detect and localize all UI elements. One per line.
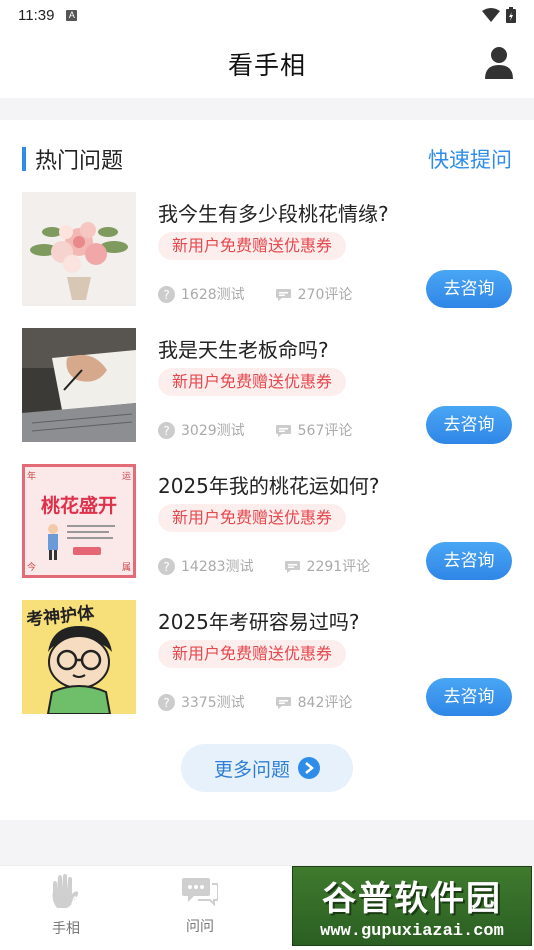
question-stats: ? 1628测试 270评论: [158, 284, 352, 304]
question-mark-icon: ?: [158, 693, 175, 711]
battery-icon: [506, 7, 516, 23]
consult-button[interactable]: 去咨询: [426, 406, 512, 444]
comment-bubble-icon: [275, 288, 291, 301]
status-time: 11:39: [18, 6, 55, 24]
question-mark-icon: ?: [158, 421, 175, 439]
comments-count: 842评论: [297, 695, 353, 711]
tab-palm[interactable]: AI 手相: [31, 874, 101, 938]
coupon-tag: 新用户免费赠送优惠券: [158, 504, 347, 532]
tests-count: 14283测试: [181, 559, 254, 575]
question-stats: ? 3029测试 567评论: [158, 420, 352, 440]
section-accent-bar: [22, 147, 26, 171]
chat-icon: [182, 878, 219, 907]
svg-text:?: ?: [163, 560, 169, 574]
question-item[interactable]: 桃花盛开 年 运 今 属 2025年我的桃花运如何? 新用户免费赠送优惠券 ? …: [22, 464, 512, 580]
tests-stat: ? 14283测试: [158, 556, 254, 576]
consult-button[interactable]: 去咨询: [426, 678, 512, 716]
notification-a-icon: A: [66, 9, 78, 21]
tests-stat: ? 3375测试: [158, 692, 245, 712]
coupon-tag: 新用户免费赠送优惠券: [158, 368, 347, 396]
question-mark-icon: ?: [158, 285, 175, 303]
quick-ask-link[interactable]: 快速提问: [428, 144, 512, 174]
question-title: 2025年考研容易过吗?: [158, 610, 360, 634]
comments-count: 270评论: [297, 287, 353, 303]
consult-button[interactable]: 去咨询: [426, 542, 512, 580]
flower-bouquet-image: [22, 192, 136, 306]
tests-count: 3029测试: [181, 423, 245, 439]
exam-god-cartoon-image: 考神护体: [22, 600, 136, 714]
chevron-right-icon: [298, 757, 320, 779]
palm-ai-icon: AI: [52, 874, 82, 908]
comment-bubble-icon: [275, 424, 291, 437]
consult-button[interactable]: 去咨询: [426, 270, 512, 308]
svg-text:?: ?: [163, 288, 169, 302]
comment-bubble-icon: [284, 560, 300, 573]
more-questions-button[interactable]: 更多问题: [181, 744, 353, 792]
question-title: 我今生有多少段桃花情缘?: [158, 202, 389, 226]
user-profile-icon[interactable]: [484, 46, 514, 80]
watermark-title: 谷普软件园: [322, 879, 502, 919]
hot-questions-card: 热门问题 快速提问 我今生有多少段桃花情缘? 新用户免费赠送优惠券 ? 1628…: [0, 120, 534, 820]
status-bar: 11:39 A: [0, 0, 534, 30]
peach-blossom-poster-image: 桃花盛开 年 运 今 属: [22, 464, 136, 578]
page-title: 看手相: [227, 51, 306, 80]
section-header: 热门问题 快速提问: [22, 142, 512, 176]
comments-stat: 842评论: [275, 692, 353, 712]
watermark-url: www.gupuxiazai.com: [320, 922, 504, 941]
tests-stat: ? 1628测试: [158, 284, 245, 304]
wifi-icon: [482, 8, 500, 22]
header: 看手相: [0, 30, 534, 98]
svg-text:?: ?: [163, 696, 169, 710]
coupon-tag: 新用户免费赠送优惠券: [158, 640, 347, 668]
svg-text:?: ?: [163, 424, 169, 438]
tab-label: 问问: [186, 919, 214, 935]
writing-laptop-image: [22, 328, 136, 442]
question-stats: ? 14283测试 2291评论: [158, 556, 370, 576]
status-icons: [482, 7, 516, 23]
comments-count: 567评论: [297, 423, 353, 439]
tab-ask[interactable]: 问问: [165, 874, 235, 936]
question-title: 我是天生老板命吗?: [158, 338, 329, 362]
comments-count: 2291评论: [306, 559, 371, 575]
question-stats: ? 3375测试 842评论: [158, 692, 352, 712]
question-item[interactable]: 考神护体 2025年考研容易过吗? 新用户免费赠送优惠券 ? 3375测试 84…: [22, 600, 512, 716]
comment-bubble-icon: [275, 696, 291, 709]
tests-stat: ? 3029测试: [158, 420, 245, 440]
tests-count: 1628测试: [181, 287, 245, 303]
svg-text:AI: AI: [71, 895, 82, 907]
question-item[interactable]: 我今生有多少段桃花情缘? 新用户免费赠送优惠券 ? 1628测试 270评论 去…: [22, 192, 512, 308]
site-watermark: 谷普软件园 www.gupuxiazai.com: [292, 866, 532, 946]
comments-stat: 270评论: [275, 284, 353, 304]
question-title: 2025年我的桃花运如何?: [158, 474, 380, 498]
question-item[interactable]: 我是天生老板命吗? 新用户免费赠送优惠券 ? 3029测试 567评论 去咨询: [22, 328, 512, 444]
coupon-tag: 新用户免费赠送优惠券: [158, 232, 347, 260]
more-questions-label: 更多问题: [213, 758, 290, 781]
tests-count: 3375测试: [181, 695, 245, 711]
section-title: 热门问题: [35, 149, 124, 174]
question-mark-icon: ?: [158, 557, 175, 575]
comments-stat: 567评论: [275, 420, 353, 440]
comments-stat: 2291评论: [284, 556, 371, 576]
tab-label: 手相: [52, 921, 80, 937]
